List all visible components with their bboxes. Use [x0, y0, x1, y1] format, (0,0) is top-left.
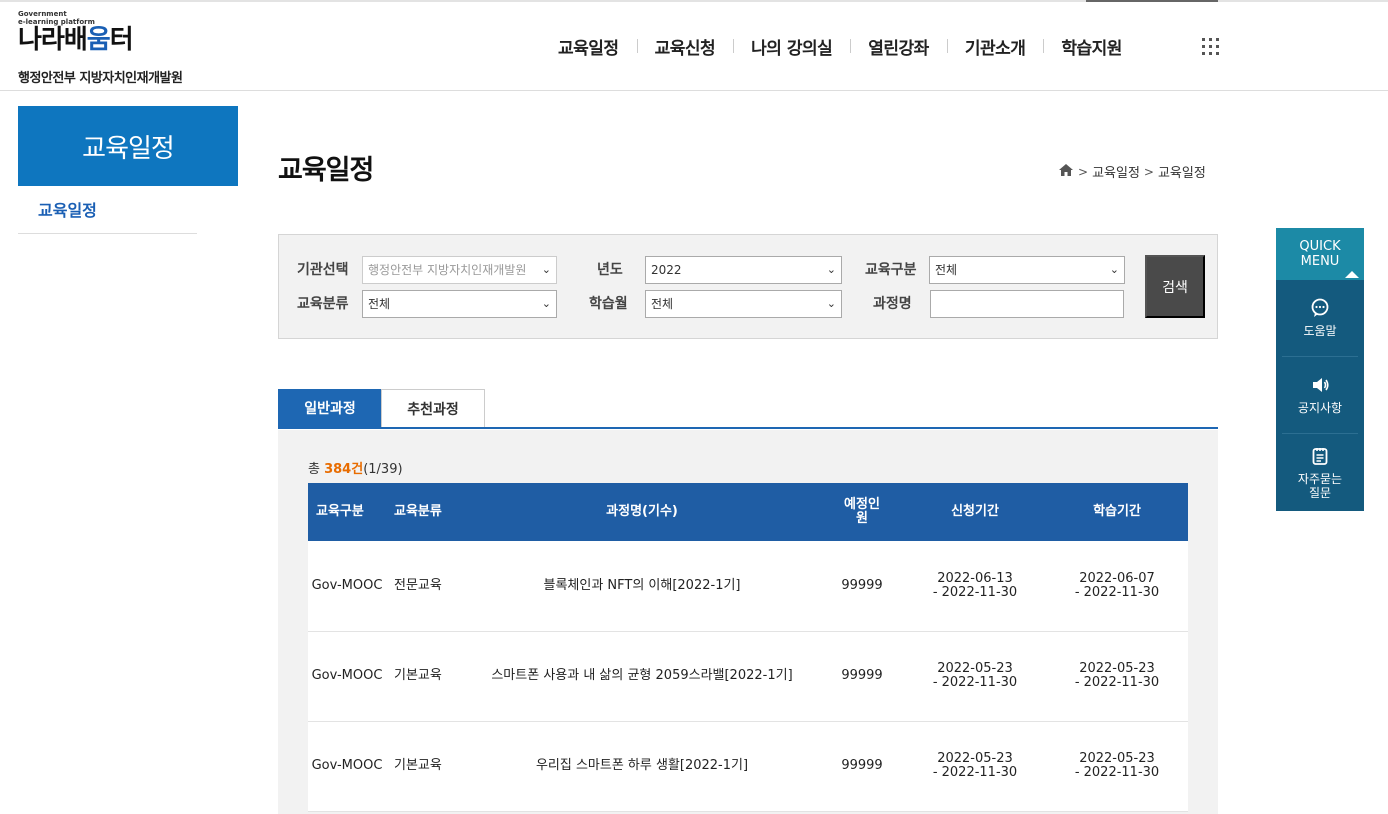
chevron-down-icon: ⌄	[1109, 263, 1119, 276]
cell-study-period: 2022-05-23 - 2022-11-30	[1074, 751, 1160, 780]
cell-apply-period: 2022-05-23 - 2022-11-30	[932, 751, 1018, 780]
logo-name: 나라배움터	[18, 27, 182, 53]
chevron-down-icon: ⌄	[826, 297, 836, 310]
year-select-value: 2022	[651, 263, 682, 277]
tab-general-course[interactable]: 일반과정	[278, 389, 382, 427]
cell-category: Gov-MOOC	[311, 668, 383, 683]
nav-item-my-classroom[interactable]: 나의 강의실	[733, 34, 850, 59]
cell-course-link[interactable]: 블록체인과 NFT의 이해[2022-1기]	[464, 541, 820, 631]
course-list-area: 총 384건(1/39) 교육구분 교육분류 과정명(기수) 예정인원 신청기간…	[278, 430, 1218, 814]
nav-item-apply[interactable]: 교육신청	[636, 34, 734, 59]
breadcrumb-item-current[interactable]: 교육일정	[1158, 162, 1206, 181]
quick-item-notice[interactable]: 공지사항	[1282, 357, 1358, 434]
home-icon[interactable]	[1058, 163, 1074, 181]
col-header-course: 과정명(기수)	[606, 504, 678, 519]
org-name: 행정안전부 지방자치인재개발원	[18, 71, 183, 86]
nav-item-open-lecture[interactable]: 열린강좌	[850, 34, 947, 59]
site-header: Government e-learning platform 나라배움터 행정안…	[0, 2, 1388, 91]
logo-name-part2: 움	[86, 25, 111, 55]
search-button[interactable]: 검색	[1145, 255, 1205, 318]
study-month-select[interactable]: 전체 ⌄	[645, 290, 842, 318]
cell-course-link[interactable]: 스마트폰 사용과 내 삶의 균형 2059스라밸[2022-1기]	[464, 631, 820, 721]
cell-capacity: 99999	[841, 668, 883, 683]
institution-select-value: 행정안전부 지방자치인재개발원	[368, 263, 527, 277]
logo-name-part3: 터	[109, 25, 134, 55]
total-prefix: 총	[308, 462, 325, 477]
cell-study-period: 2022-05-23 - 2022-11-30	[1074, 661, 1160, 690]
logo-name-part1: 나라배	[18, 25, 88, 55]
institution-select: 행정안전부 지방자치인재개발원 ⌄	[362, 256, 557, 284]
study-month-select-value: 전체	[651, 297, 674, 311]
table-row[interactable]: Gov-MOOC 전문교육 블록체인과 NFT의 이해[2022-1기] 999…	[308, 541, 1188, 631]
site-logo[interactable]: Government e-learning platform 나라배움터 행정안…	[18, 10, 183, 86]
quick-item-label: 자주묻는 질문	[1297, 471, 1343, 500]
breadcrumb: > 교육일정 > 교육일정	[1058, 162, 1206, 181]
cell-class: 기본교육	[394, 668, 442, 683]
nav-item-about[interactable]: 기관소개	[946, 34, 1044, 59]
year-select[interactable]: 2022 ⌄	[645, 256, 842, 284]
main-nav: 교육일정 교육신청 나의 강의실 열린강좌 기관소개 학습지원	[540, 34, 1140, 59]
total-page: (1/39)	[363, 462, 403, 477]
collapse-up-icon	[1345, 271, 1359, 278]
sidebar-item-schedule[interactable]: 교육일정	[18, 190, 197, 234]
col-header-capacity: 예정인원	[844, 497, 880, 526]
cell-capacity: 99999	[841, 577, 883, 593]
cell-class: 기본교육	[394, 758, 442, 773]
cell-category: Gov-MOOC	[311, 577, 383, 593]
search-panel: 기관선택 행정안전부 지방자치인재개발원 ⌄ 년도 2022 ⌄ 교육구분 전체 ⌄ …	[278, 234, 1218, 339]
cell-class: 전문교육	[394, 577, 442, 593]
course-name-label: 과정명	[873, 296, 912, 312]
nav-item-schedule[interactable]: 교육일정	[540, 34, 637, 59]
tab-recommended-course[interactable]: 추천과정	[381, 389, 485, 427]
help-chat-icon	[1311, 298, 1329, 317]
cell-study-period: 2022-06-07 - 2022-11-30	[1074, 570, 1160, 600]
table-header-row: 교육구분 교육분류 과정명(기수) 예정인원 신청기간 학습기간	[308, 483, 1188, 541]
quick-menu-header[interactable]: QUICK MENU	[1276, 228, 1364, 280]
cell-capacity: 99999	[841, 758, 883, 773]
table-row[interactable]: Gov-MOOC 기본교육 우리집 스마트폰 하루 생활[2022-1기] 99…	[308, 721, 1188, 811]
study-month-label: 학습월	[589, 296, 628, 312]
chevron-right-icon: >	[1078, 164, 1089, 179]
edu-type-select-value: 전체	[935, 263, 958, 277]
table-row[interactable]: Gov-MOOC 기본교육 스마트폰 사용과 내 삶의 균형 2059스라밸[2…	[308, 631, 1188, 721]
chevron-down-icon: ⌄	[541, 297, 551, 310]
chevron-down-icon: ⌄	[826, 263, 836, 276]
sidebar-title: 교육일정	[18, 106, 238, 186]
nav-item-support[interactable]: 학습지원	[1043, 34, 1140, 59]
col-header-class: 교육분류	[394, 504, 442, 519]
col-header-apply-period: 신청기간	[951, 504, 999, 519]
edu-type-select[interactable]: 전체 ⌄	[929, 256, 1125, 284]
edu-type-label: 교육구분	[865, 262, 917, 278]
course-name-input[interactable]	[930, 290, 1124, 318]
edu-class-select[interactable]: 전체 ⌄	[362, 290, 557, 318]
quick-menu: QUICK MENU 도움말 공지사항 자주묻는 질문	[1276, 228, 1364, 511]
course-tabs: 일반과정 추천과정	[278, 389, 1218, 429]
total-count: 총 384건(1/39)	[308, 458, 403, 477]
chevron-down-icon: ⌄	[541, 263, 551, 276]
cell-category: Gov-MOOC	[311, 758, 383, 773]
year-label: 년도	[597, 262, 623, 278]
page-title: 교육일정	[278, 155, 374, 186]
quick-menu-title: QUICK MENU	[1299, 239, 1341, 269]
quick-item-label: 공지사항	[1297, 401, 1343, 415]
edu-class-label: 교육분류	[297, 296, 349, 312]
course-table: 교육구분 교육분류 과정명(기수) 예정인원 신청기간 학습기간 Gov-MOO…	[308, 483, 1188, 812]
logo-subtitle: Government e-learning platform	[18, 10, 95, 26]
cell-apply-period: 2022-06-13 - 2022-11-30	[932, 570, 1018, 600]
cell-apply-period: 2022-05-23 - 2022-11-30	[932, 661, 1018, 690]
total-count-number: 384건	[324, 462, 364, 477]
speaker-icon	[1313, 378, 1329, 392]
breadcrumb-item[interactable]: 교육일정	[1092, 162, 1140, 181]
quick-item-help[interactable]: 도움말	[1282, 280, 1358, 357]
edu-class-select-value: 전체	[368, 297, 391, 311]
institution-label: 기관선택	[297, 262, 349, 278]
quick-item-faq[interactable]: 자주묻는 질문	[1282, 434, 1358, 511]
quick-item-label: 도움말	[1303, 324, 1337, 338]
all-menu-grid-icon[interactable]	[1202, 38, 1219, 55]
col-header-study-period: 학습기간	[1093, 504, 1141, 519]
cell-course-link[interactable]: 우리집 스마트폰 하루 생활[2022-1기]	[464, 721, 820, 811]
chevron-right-icon: >	[1143, 164, 1154, 179]
col-header-category: 교육구분	[316, 504, 364, 519]
faq-note-icon	[1312, 447, 1328, 465]
